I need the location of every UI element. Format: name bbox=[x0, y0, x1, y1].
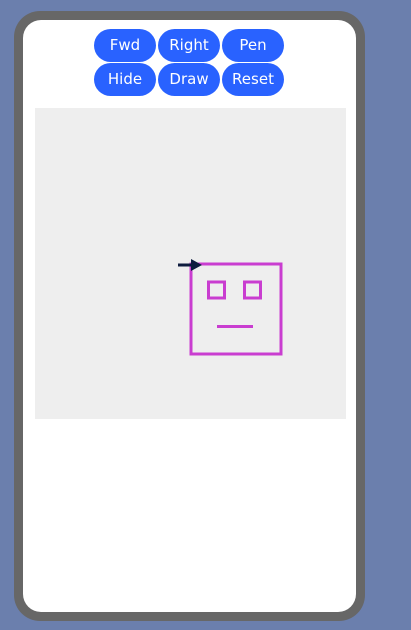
face-drawing bbox=[189, 262, 283, 356]
turtle-drawing bbox=[178, 259, 283, 356]
right-button[interactable]: Right bbox=[158, 29, 220, 62]
app-screen: Fwd Right Pen Hide Draw Reset bbox=[23, 20, 356, 612]
draw-button[interactable]: Draw bbox=[158, 63, 220, 96]
left-eye bbox=[207, 280, 226, 300]
hide-button[interactable]: Hide bbox=[94, 63, 156, 96]
reset-button[interactable]: Reset bbox=[222, 63, 284, 96]
control-row-2: Hide Draw Reset bbox=[94, 63, 284, 96]
control-row-1: Fwd Right Pen bbox=[94, 29, 284, 62]
fwd-button[interactable]: Fwd bbox=[94, 29, 156, 62]
phone-frame: Fwd Right Pen Hide Draw Reset bbox=[14, 11, 365, 621]
face-outline bbox=[189, 262, 283, 356]
pen-button[interactable]: Pen bbox=[222, 29, 284, 62]
turtle-canvas[interactable] bbox=[35, 108, 346, 419]
right-eye bbox=[243, 280, 262, 300]
